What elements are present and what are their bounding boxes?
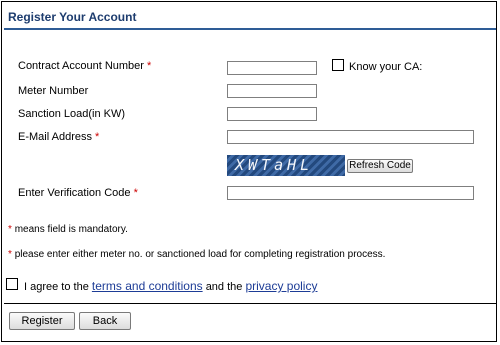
required-marker: * <box>147 60 152 72</box>
agreement-prefix: I agree to the <box>24 281 89 293</box>
email-label-text: E-Mail Address <box>18 131 92 143</box>
email-label: E-Mail Address * <box>18 131 99 143</box>
know-ca-label: Know your CA: <box>349 61 423 73</box>
email-input[interactable] <box>227 130 474 144</box>
required-marker: * <box>95 131 100 143</box>
sanction-load-input[interactable] <box>227 107 317 121</box>
agree-checkbox[interactable] <box>6 278 18 290</box>
agreement-text: I agree to the terms and conditions and … <box>24 279 317 293</box>
contract-account-label-text: Contract Account Number <box>18 60 144 72</box>
required-marker: * <box>133 187 138 199</box>
agreement-middle: and the <box>205 281 243 293</box>
back-button[interactable]: Back <box>79 312 131 330</box>
terms-link[interactable]: terms and conditions <box>92 279 203 293</box>
register-button[interactable]: Register <box>9 312 75 330</box>
bottom-divider <box>4 303 496 304</box>
meter-number-label: Meter Number <box>18 85 89 97</box>
know-ca-checkbox[interactable] <box>332 59 344 71</box>
verification-code-input[interactable] <box>227 186 474 200</box>
meter-or-load-note-text: please enter either meter no. or sanctio… <box>14 249 386 260</box>
contract-account-label: Contract Account Number * <box>18 60 151 72</box>
contract-account-input[interactable] <box>227 61 317 75</box>
captcha-image: XWTaHL <box>227 155 345 176</box>
mandatory-note-text: means field is mandatory. <box>14 224 128 235</box>
note-star: * <box>8 224 12 235</box>
refresh-code-button[interactable]: Refresh Code <box>347 159 413 173</box>
sanction-load-label: Sanction Load(in KW) <box>18 108 125 120</box>
mandatory-note: * means field is mandatory. <box>8 224 128 235</box>
title-divider <box>4 28 496 30</box>
meter-number-input[interactable] <box>227 84 317 98</box>
page-title: Register Your Account <box>8 10 137 24</box>
note-star: * <box>8 249 12 260</box>
verification-code-label: Enter Verification Code * <box>18 187 138 199</box>
meter-or-load-note: * please enter either meter no. or sanct… <box>8 249 385 260</box>
verification-code-label-text: Enter Verification Code <box>18 187 131 199</box>
privacy-policy-link[interactable]: privacy policy <box>245 279 317 293</box>
